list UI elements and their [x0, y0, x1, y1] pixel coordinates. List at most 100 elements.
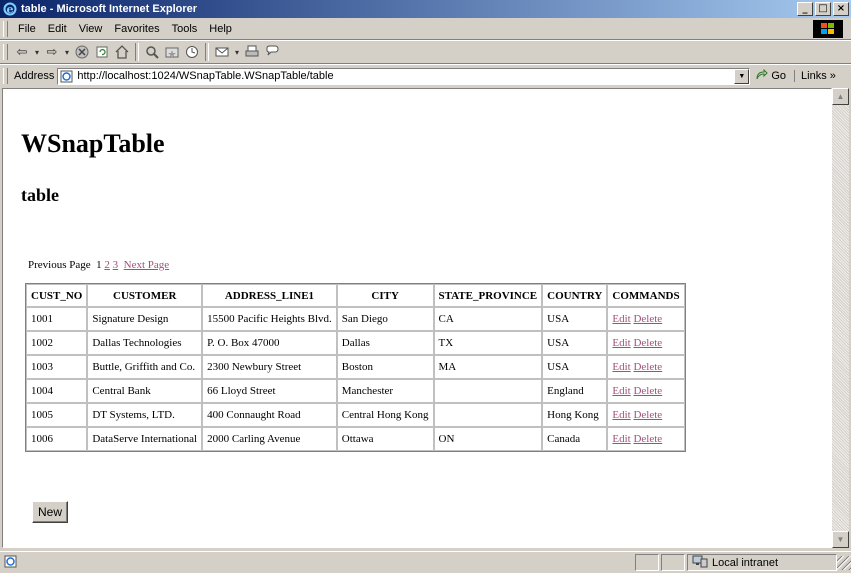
go-arrow-icon: [756, 68, 769, 84]
scroll-up-icon[interactable]: ▲: [832, 88, 849, 105]
address-input[interactable]: http://localhost:1024/WSnapTable.WSnapTa…: [57, 67, 751, 85]
cell-state: MA: [433, 355, 543, 379]
history-icon[interactable]: [182, 42, 202, 62]
favorites-icon[interactable]: [162, 42, 182, 62]
toolbar-separator: [205, 43, 209, 61]
window-title: table - Microsoft Internet Explorer: [21, 3, 198, 15]
forward-icon[interactable]: ⇨: [42, 42, 62, 62]
edit-link[interactable]: Edit: [612, 313, 630, 325]
go-button[interactable]: Go: [756, 68, 787, 84]
customer-table: CUST_NO CUSTOMER ADDRESS_LINE1 CITY STAT…: [25, 283, 686, 452]
cell-customer: Buttle, Griffith and Co.: [87, 355, 203, 379]
cell-commands: Edit Delete: [607, 307, 685, 331]
address-bar: Address http://localhost:1024/WSnapTable…: [0, 64, 851, 87]
col-city: CITY: [336, 284, 434, 307]
cell-country: USA: [542, 355, 608, 379]
delete-link[interactable]: Delete: [633, 361, 662, 373]
toolbar-grip[interactable]: [3, 44, 8, 60]
cell-country: USA: [542, 331, 608, 355]
menu-tools[interactable]: Tools: [166, 23, 204, 35]
delete-link[interactable]: Delete: [633, 409, 662, 421]
cell-country: Hong Kong: [542, 403, 608, 427]
menu-help[interactable]: Help: [203, 23, 238, 35]
table-row: 1006 DataServe International 2000 Carlin…: [26, 427, 685, 451]
cell-state: [433, 379, 543, 403]
edit-link[interactable]: Edit: [612, 337, 630, 349]
window-titlebar[interactable]: e table - Microsoft Internet Explorer _ …: [0, 0, 851, 18]
table-row: 1003 Buttle, Griffith and Co. 2300 Newbu…: [26, 355, 685, 379]
delete-link[interactable]: Delete: [633, 433, 662, 445]
svg-text:e: e: [7, 3, 14, 16]
scroll-down-icon[interactable]: ▼: [832, 531, 849, 548]
menu-view[interactable]: View: [73, 23, 109, 35]
mail-dropdown-icon[interactable]: ▾: [232, 42, 242, 62]
address-url[interactable]: http://localhost:1024/WSnapTable.WSnapTa…: [77, 70, 734, 82]
stop-icon[interactable]: [72, 42, 92, 62]
refresh-icon[interactable]: [92, 42, 112, 62]
cell-commands: Edit Delete: [607, 403, 685, 427]
vertical-scrollbar[interactable]: ▲ ▼: [832, 88, 849, 548]
cell-address: 2000 Carling Avenue: [202, 427, 337, 451]
ie-icon: e: [3, 2, 17, 16]
minimize-button[interactable]: _: [797, 2, 813, 16]
cell-address: 15500 Pacific Heights Blvd.: [202, 307, 337, 331]
cell-cust-no: 1001: [26, 307, 88, 331]
print-icon[interactable]: [242, 42, 262, 62]
cell-city: San Diego: [336, 307, 434, 331]
cell-commands: Edit Delete: [607, 331, 685, 355]
cell-customer: DataServe International: [87, 427, 203, 451]
menu-edit[interactable]: Edit: [42, 23, 73, 35]
close-button[interactable]: ×: [833, 2, 849, 16]
delete-link[interactable]: Delete: [633, 313, 662, 325]
links-toolbar[interactable]: Links »: [794, 70, 836, 82]
col-state-province: STATE_PROVINCE: [433, 284, 543, 307]
cell-city: Ottawa: [336, 427, 434, 451]
delete-link[interactable]: Delete: [633, 385, 662, 397]
security-zone: Local intranet: [687, 554, 837, 571]
back-icon[interactable]: ⇦: [12, 42, 32, 62]
col-country: COUNTRY: [542, 284, 608, 307]
cell-country: Canada: [542, 427, 608, 451]
cell-state: TX: [433, 331, 543, 355]
cell-commands: Edit Delete: [607, 427, 685, 451]
cell-city: Central Hong Kong: [336, 403, 434, 427]
menu-file[interactable]: File: [12, 23, 42, 35]
next-page-link[interactable]: Next Page: [124, 259, 170, 271]
cell-customer: Central Bank: [87, 379, 203, 403]
menu-favorites[interactable]: Favorites: [108, 23, 165, 35]
edit-link[interactable]: Edit: [612, 385, 630, 397]
discuss-icon[interactable]: [262, 42, 282, 62]
delete-link[interactable]: Delete: [633, 337, 662, 349]
table-header-row: CUST_NO CUSTOMER ADDRESS_LINE1 CITY STAT…: [26, 284, 685, 307]
address-dropdown-icon[interactable]: ▼: [734, 68, 750, 84]
status-progress-cell: [635, 554, 659, 571]
back-dropdown-icon[interactable]: ▾: [32, 42, 42, 62]
cell-country: England: [542, 379, 608, 403]
page-link-3[interactable]: 3: [113, 259, 119, 271]
page-icon: [60, 70, 74, 83]
mail-icon[interactable]: [212, 42, 232, 62]
toolbar-grip[interactable]: [3, 68, 8, 84]
resize-grip[interactable]: [837, 555, 851, 570]
cell-customer: Signature Design: [87, 307, 203, 331]
page-content: WSnapTable table Previous Page 1 2 3 Nex…: [2, 88, 832, 548]
search-icon[interactable]: [142, 42, 162, 62]
status-text-area: [0, 554, 635, 572]
toolbar-grip[interactable]: [3, 20, 8, 37]
page-link-2[interactable]: 2: [104, 259, 110, 271]
cell-address: P. O. Box 47000: [202, 331, 337, 355]
cell-commands: Edit Delete: [607, 379, 685, 403]
go-label: Go: [771, 70, 787, 82]
forward-dropdown-icon[interactable]: ▾: [62, 42, 72, 62]
maximize-button[interactable]: □: [815, 2, 831, 16]
menubar: File Edit View Favorites Tools Help: [0, 18, 851, 40]
new-button[interactable]: New: [32, 501, 68, 523]
toolbar-separator: [135, 43, 139, 61]
edit-link[interactable]: Edit: [612, 361, 630, 373]
home-icon[interactable]: [112, 42, 132, 62]
page-subtitle: table: [21, 185, 59, 205]
intranet-icon: [692, 555, 708, 571]
page-status-icon: [4, 555, 18, 571]
edit-link[interactable]: Edit: [612, 409, 630, 421]
edit-link[interactable]: Edit: [612, 433, 630, 445]
